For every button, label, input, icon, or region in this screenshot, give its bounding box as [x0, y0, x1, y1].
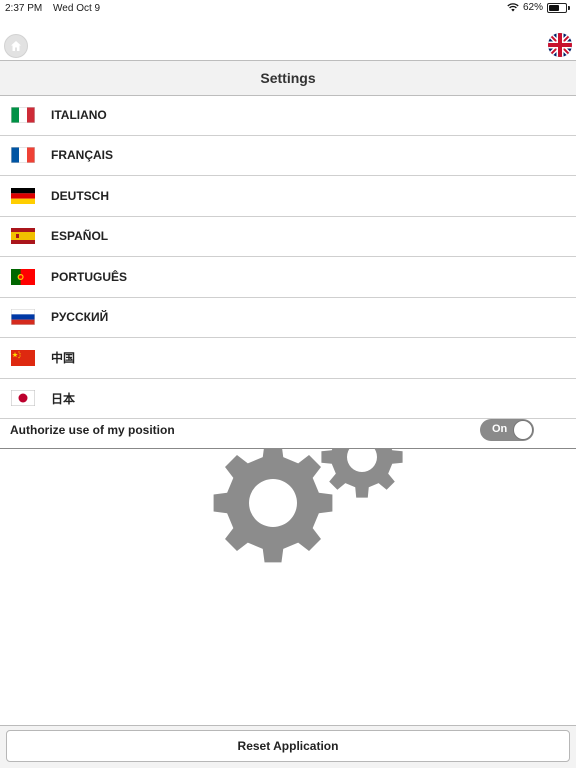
language-item-italiano[interactable]: ITALIANO	[0, 95, 576, 136]
large-gear-icon	[213, 448, 333, 563]
italy-flag-icon	[11, 106, 35, 123]
language-label: РУССКИЙ	[51, 310, 109, 325]
wifi-icon	[507, 3, 519, 12]
status-date: Wed Oct 9	[53, 3, 101, 14]
language-list: ITALIANO FRANÇAIS DEUTSCH ESPAÑOL PORTUG…	[0, 95, 576, 419]
language-label: FRANÇAIS	[51, 148, 113, 163]
germany-flag-icon	[11, 187, 35, 204]
language-label: PORTUGUÊS	[51, 269, 128, 284]
bottom-toolbar: Reset Application	[0, 725, 576, 768]
france-flag-icon	[11, 147, 35, 164]
portugal-flag-icon	[11, 268, 35, 285]
language-item-portugues[interactable]: PORTUGUÊS	[0, 257, 576, 298]
language-label: ITALIANO	[51, 107, 107, 122]
battery-level	[549, 4, 559, 11]
toggle-state-label: On	[492, 423, 508, 435]
russia-flag-icon	[11, 309, 35, 326]
home-button[interactable]	[4, 34, 28, 58]
authorize-position-label: Authorize use of my position	[10, 422, 175, 437]
china-flag-icon	[11, 349, 35, 366]
page-title: Settings	[0, 60, 576, 96]
home-icon	[11, 41, 21, 51]
language-item-chinese[interactable]: 中国	[0, 338, 576, 379]
authorize-position-toggle[interactable]: On	[480, 419, 534, 441]
language-item-francais[interactable]: FRANÇAIS	[0, 136, 576, 176]
toggle-knob	[513, 420, 533, 440]
japan-flag-icon	[11, 390, 35, 407]
uk-flag-icon	[548, 33, 572, 57]
language-label: 日本	[51, 391, 76, 406]
language-item-espanol[interactable]: ESPAÑOL	[0, 217, 576, 257]
battery-percent: 62%	[522, 2, 543, 13]
status-time: 2:37 PM	[5, 3, 43, 14]
battery-icon	[547, 2, 567, 13]
small-gear-icon	[321, 448, 403, 498]
language-label: 中国	[51, 351, 76, 366]
reset-application-button[interactable]: Reset Application	[6, 730, 570, 762]
language-item-deutsch[interactable]: DEUTSCH	[0, 176, 576, 217]
status-bar: 2:37 PM Wed Oct 9 62%	[0, 0, 576, 16]
authorize-position-row: Authorize use of my position On	[0, 411, 576, 449]
large-gear-shape	[213, 448, 333, 563]
spain-flag-icon	[11, 228, 35, 245]
language-item-russkiy[interactable]: РУССКИЙ	[0, 298, 576, 338]
language-label: DEUTSCH	[51, 188, 110, 203]
language-button[interactable]	[548, 33, 572, 57]
gears-illustration	[205, 448, 415, 568]
language-label: ESPAÑOL	[51, 229, 109, 244]
small-gear-shape	[321, 448, 403, 498]
gears-icon	[213, 448, 403, 563]
